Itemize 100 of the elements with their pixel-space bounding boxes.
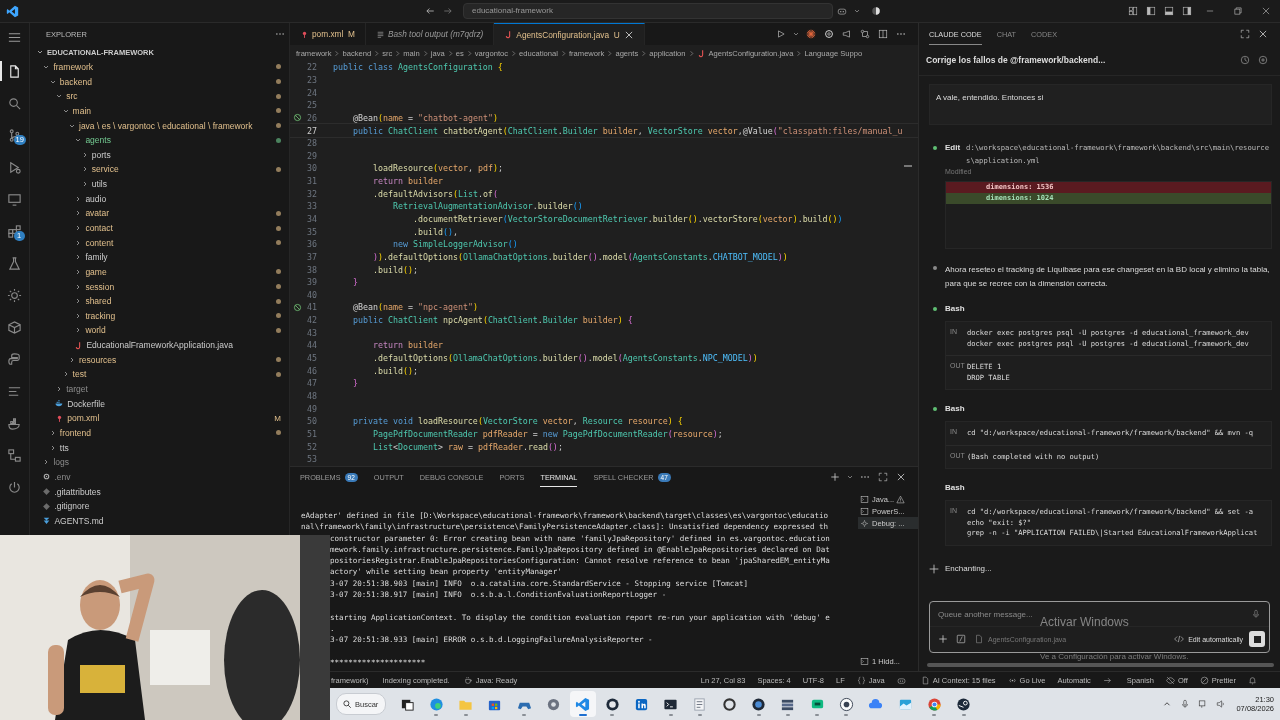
code-icon bbox=[1174, 634, 1185, 644]
robot-icon[interactable] bbox=[896, 675, 906, 685]
file-name[interactable]: framework bbox=[53, 61, 94, 72]
megaphone-icon[interactable] bbox=[842, 29, 852, 39]
expand-icon[interactable] bbox=[1240, 29, 1250, 39]
file-name[interactable]: logs bbox=[53, 457, 69, 468]
extensions-icon[interactable] bbox=[7, 223, 22, 239]
sidebar-toggle-icon[interactable] bbox=[1146, 6, 1156, 16]
plus-icon[interactable] bbox=[938, 634, 948, 644]
whale-icon[interactable] bbox=[7, 415, 22, 431]
file-name[interactable]: contact bbox=[85, 223, 113, 233]
hierarchy-icon[interactable] bbox=[7, 447, 22, 463]
robot-icon[interactable] bbox=[837, 6, 847, 16]
search-icon[interactable] bbox=[7, 95, 22, 111]
file-name[interactable]: world bbox=[85, 325, 106, 336]
speaker-icon[interactable] bbox=[1216, 699, 1227, 709]
editor-tab[interactable]: pom.xml M bbox=[290, 23, 366, 45]
stop-button[interactable] bbox=[1249, 631, 1265, 647]
split-editor-icon[interactable] bbox=[878, 29, 888, 39]
file-name[interactable]: service bbox=[91, 164, 119, 175]
file-name[interactable]: test bbox=[72, 369, 87, 380]
file-name[interactable]: utils bbox=[91, 179, 107, 190]
file-name[interactable]: pom.xml bbox=[67, 413, 100, 424]
file-name[interactable]: shared bbox=[85, 296, 112, 307]
status-dot bbox=[276, 328, 281, 333]
bell-icon[interactable] bbox=[1248, 675, 1257, 685]
back-arrow-icon[interactable] bbox=[425, 6, 435, 16]
line-number: 43 bbox=[306, 327, 317, 338]
microphone-icon[interactable] bbox=[1251, 609, 1261, 619]
file-name[interactable]: EducationalFrameworkApplication.java bbox=[86, 340, 233, 351]
play-bug-icon[interactable] bbox=[7, 159, 22, 175]
microphone-icon[interactable] bbox=[1180, 699, 1191, 709]
scrollbar[interactable] bbox=[927, 663, 1274, 667]
file-name[interactable]: .gitattributes bbox=[54, 486, 101, 497]
arrow-icon[interactable] bbox=[1102, 675, 1112, 685]
file-name[interactable]: src bbox=[66, 91, 78, 102]
caret-icon[interactable] bbox=[792, 30, 800, 38]
file-icon bbox=[920, 675, 930, 685]
status-dot bbox=[276, 64, 281, 70]
file-name[interactable]: resources bbox=[79, 354, 117, 365]
file-name[interactable]: frontend bbox=[59, 427, 91, 438]
status-text: Enchanting... bbox=[945, 564, 992, 573]
files-icon[interactable] bbox=[7, 63, 22, 79]
line-number: 37 bbox=[306, 251, 317, 262]
file-name[interactable]: AGENTS.md bbox=[54, 515, 104, 526]
close-icon[interactable] bbox=[623, 29, 634, 40]
snake-logo-icon[interactable] bbox=[7, 351, 22, 367]
chevron-icon bbox=[795, 49, 803, 57]
bean-marker-icon[interactable] bbox=[292, 303, 302, 312]
chevron-icon[interactable] bbox=[68, 355, 76, 364]
file-name[interactable]: main bbox=[72, 105, 92, 116]
code-line: return builder bbox=[371, 176, 443, 187]
monitor-icon[interactable] bbox=[7, 191, 22, 207]
editor-tab[interactable]: AgentsConfiguration.java U bbox=[494, 23, 645, 45]
forward-arrow-icon[interactable] bbox=[443, 6, 453, 16]
bean-marker-icon[interactable] bbox=[292, 113, 302, 123]
file-name[interactable]: .env bbox=[54, 471, 71, 482]
layout-icon[interactable] bbox=[1128, 6, 1138, 16]
close-icon[interactable] bbox=[896, 472, 906, 482]
maximize-icon[interactable] bbox=[878, 472, 888, 482]
file-name[interactable]: .gitignore bbox=[54, 501, 90, 512]
file-name[interactable]: game bbox=[85, 266, 107, 277]
power-icon[interactable] bbox=[7, 479, 22, 495]
close-icon[interactable] bbox=[1261, 6, 1271, 16]
app-icon bbox=[604, 696, 620, 712]
file-name[interactable]: ports bbox=[91, 149, 111, 160]
history-icon[interactable] bbox=[1240, 55, 1250, 65]
file-name[interactable]: content bbox=[85, 237, 114, 248]
half-circle-icon[interactable] bbox=[871, 6, 881, 16]
file-name[interactable]: family bbox=[85, 252, 108, 263]
starburst-icon[interactable] bbox=[806, 29, 816, 39]
close-icon[interactable] bbox=[1258, 29, 1268, 39]
file-name[interactable]: java \ es \ vargontoc \ educational \ framework bbox=[79, 120, 253, 131]
file-name[interactable]: audio bbox=[85, 193, 107, 204]
flask-icon[interactable] bbox=[7, 255, 22, 271]
plus-icon[interactable] bbox=[830, 472, 840, 482]
restore-icon[interactable] bbox=[1233, 6, 1243, 16]
sidebar-toggle-icon[interactable] bbox=[1182, 6, 1192, 16]
menu-icon[interactable] bbox=[7, 30, 22, 45]
file-name[interactable]: backend bbox=[59, 76, 92, 87]
command-center-field[interactable]: educational-framework bbox=[463, 3, 833, 19]
knot-icon[interactable] bbox=[824, 29, 834, 39]
panel-toggle-icon[interactable] bbox=[1164, 6, 1174, 16]
caret-icon[interactable] bbox=[853, 7, 861, 15]
file-name[interactable]: tracking bbox=[85, 310, 116, 321]
file-name[interactable]: target bbox=[66, 384, 88, 395]
package-icon[interactable] bbox=[7, 319, 22, 335]
file-name[interactable]: avatar bbox=[85, 208, 109, 219]
compare-icon[interactable] bbox=[860, 29, 870, 39]
file-name[interactable]: tts bbox=[59, 442, 69, 453]
new-chat-icon[interactable] bbox=[1258, 55, 1268, 65]
file-name[interactable]: Dockerfile bbox=[67, 398, 105, 409]
code-line: public class AgentsConfiguration { bbox=[333, 62, 503, 73]
network-icon[interactable] bbox=[1198, 699, 1209, 709]
status-dot bbox=[276, 225, 281, 231]
play-icon[interactable] bbox=[776, 29, 786, 39]
slash-command-icon[interactable] bbox=[956, 634, 966, 644]
file-name[interactable]: session bbox=[85, 281, 115, 292]
caret-icon[interactable] bbox=[846, 473, 854, 481]
file-name[interactable]: agents bbox=[85, 135, 111, 146]
